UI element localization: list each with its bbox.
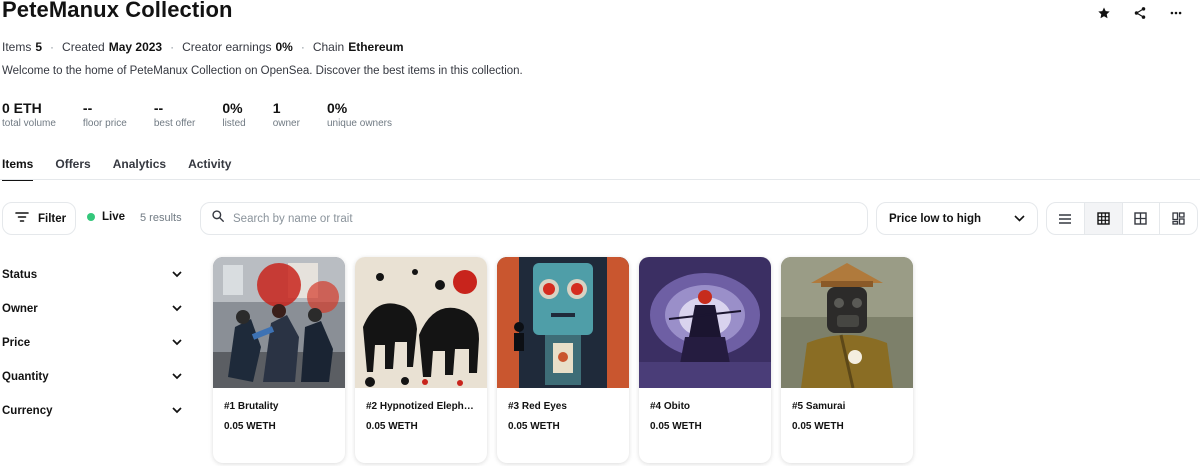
facet-label: Price xyxy=(2,337,31,349)
meta-separator: · xyxy=(50,40,55,54)
more-icon[interactable] xyxy=(1166,3,1186,23)
mosaic-icon[interactable] xyxy=(1160,203,1197,234)
facet-currency[interactable]: Currency xyxy=(2,394,186,428)
live-label: Live xyxy=(102,211,126,223)
meta-separator: · xyxy=(300,40,305,54)
item-card[interactable]: #2 Hypnotized Elephants 0.05 WETH xyxy=(355,257,487,463)
stat-total-volume: 0 ETH total volume xyxy=(2,100,56,129)
collection-tabs: Items Offers Analytics Activity xyxy=(2,157,231,181)
sort-select[interactable]: Price low to high xyxy=(876,202,1038,235)
item-name: #2 Hypnotized Elephants xyxy=(366,401,478,412)
tab-items[interactable]: Items xyxy=(2,157,34,181)
chevron-down-icon xyxy=(1014,213,1025,225)
live-dot-icon xyxy=(87,213,95,221)
stat-listed: 0% listed xyxy=(222,100,246,129)
filter-sidebar: Status Owner Price Quantity Currency xyxy=(2,258,186,428)
meta-created: Created May 2023 xyxy=(62,40,163,54)
item-price: 0.05 WETH xyxy=(224,421,276,432)
item-image xyxy=(497,257,629,388)
chevron-down-icon xyxy=(172,269,182,281)
list-view-icon[interactable] xyxy=(1047,203,1085,234)
meta-creator-earnings: Creator earnings 0% xyxy=(182,40,293,54)
facet-quantity[interactable]: Quantity xyxy=(2,360,186,394)
meta-items: Items 5 xyxy=(2,40,43,54)
filter-label: Filter xyxy=(38,212,67,225)
filter-button[interactable]: Filter xyxy=(2,202,76,235)
facet-label: Quantity xyxy=(2,371,49,383)
chevron-down-icon xyxy=(172,405,182,417)
meta-separator: · xyxy=(170,40,175,54)
item-price: 0.05 WETH xyxy=(650,421,702,432)
item-image xyxy=(213,257,345,388)
item-name: #1 Brutality xyxy=(224,401,279,412)
item-card[interactable]: #5 Samurai 0.05 WETH xyxy=(781,257,913,463)
search-icon xyxy=(211,209,225,228)
item-grid: #1 Brutality 0.05 WETH #2 Hypnotized Ele… xyxy=(213,257,913,463)
chevron-down-icon xyxy=(172,303,182,315)
facet-status[interactable]: Status xyxy=(2,258,186,292)
tab-activity[interactable]: Activity xyxy=(188,157,231,181)
search-input[interactable] xyxy=(233,212,833,225)
facet-label: Status xyxy=(2,269,38,281)
stat-floor-price: -- floor price xyxy=(82,100,127,129)
collection-stats: 0 ETH total volume -- floor price -- best o… xyxy=(2,100,419,129)
collection-description: Welcome to the home of PeteManux Collect… xyxy=(2,65,523,77)
item-image xyxy=(781,257,913,388)
chevron-down-icon xyxy=(172,337,182,349)
item-price: 0.05 WETH xyxy=(508,421,560,432)
search-bar xyxy=(200,202,868,235)
live-status: Live xyxy=(87,211,125,223)
tab-analytics[interactable]: Analytics xyxy=(113,157,166,181)
star-icon[interactable] xyxy=(1094,3,1114,23)
stat-unique-owners: 0% unique owners xyxy=(326,100,392,129)
facet-label: Currency xyxy=(2,405,53,417)
item-name: #4 Obito xyxy=(650,401,691,412)
tabs-divider xyxy=(0,179,1200,180)
tab-offers[interactable]: Offers xyxy=(55,157,90,181)
item-card[interactable]: #4 Obito 0.05 WETH xyxy=(639,257,771,463)
collection-meta: Items 5 · Created May 2023 · Creator earni… xyxy=(2,40,404,54)
item-card[interactable]: #3 Red Eyes 0.05 WETH xyxy=(497,257,629,463)
filter-icon xyxy=(15,211,29,226)
item-price: 0.05 WETH xyxy=(792,421,844,432)
item-image xyxy=(639,257,771,388)
item-price: 0.05 WETH xyxy=(366,421,418,432)
meta-chain: Chain Ethereum xyxy=(312,40,404,54)
facet-owner[interactable]: Owner xyxy=(2,292,186,326)
view-toggle xyxy=(1046,202,1198,235)
item-name: #5 Samurai xyxy=(792,401,846,412)
item-card[interactable]: #1 Brutality 0.05 WETH xyxy=(213,257,345,463)
chevron-down-icon xyxy=(172,371,182,383)
page-title: PeteManux Collection xyxy=(2,0,233,22)
stat-best-offer: -- best offer xyxy=(153,100,196,129)
facet-label: Owner xyxy=(2,303,38,315)
grid-view-icon[interactable] xyxy=(1084,203,1123,234)
facet-price[interactable]: Price xyxy=(2,326,186,360)
collection-actions xyxy=(1094,3,1186,23)
sort-value: Price low to high xyxy=(889,212,982,225)
item-image xyxy=(355,257,487,388)
results-count: 5 results xyxy=(140,212,182,224)
item-name: #3 Red Eyes xyxy=(508,401,567,412)
stat-owner: 1 owner xyxy=(272,100,300,129)
share-icon[interactable] xyxy=(1130,3,1150,23)
large-grid-icon[interactable] xyxy=(1123,203,1161,234)
